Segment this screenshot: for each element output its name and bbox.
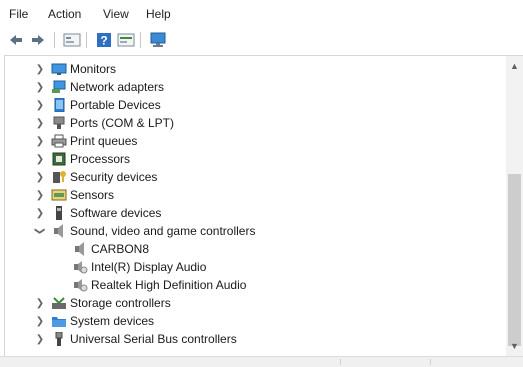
toolbar-separator: [86, 32, 87, 48]
portable-device-icon: [54, 98, 65, 112]
status-divider: [430, 359, 431, 365]
chevron-right-icon[interactable]: ❯: [35, 294, 45, 312]
forward-arrow-icon[interactable]: [28, 30, 48, 50]
tree-item-label: Print queues: [70, 134, 138, 148]
tree-item-network-adapters[interactable]: ❯ Network adapters: [5, 78, 505, 96]
monitor-icon: [51, 63, 67, 75]
status-bar: [0, 356, 523, 367]
menu-help[interactable]: Help: [146, 7, 171, 21]
tree-child-label: Realtek High Definition Audio: [91, 278, 247, 292]
chevron-right-icon[interactable]: ❯: [35, 330, 45, 348]
menu-file[interactable]: File: [9, 7, 28, 21]
scroll-up-arrow-icon[interactable]: ▲: [506, 58, 523, 74]
chevron-right-icon[interactable]: ❯: [35, 150, 45, 168]
tree-item-portable-devices[interactable]: ❯ Portable Devices: [5, 96, 505, 114]
help-icon[interactable]: ?: [94, 30, 114, 50]
tree-item-monitors[interactable]: ❯ Monitors: [5, 60, 505, 78]
software-device-icon: [56, 206, 62, 220]
properties-icon[interactable]: [62, 30, 82, 50]
menu-bar: File Action View Help: [0, 0, 523, 28]
sensor-icon: [51, 189, 67, 201]
usb-icon: [55, 332, 63, 346]
tree-item-sound-video-game[interactable]: ❯ Sound, video and game controllers: [5, 222, 505, 240]
system-folder-icon: [52, 317, 66, 327]
tree-item-label: Portable Devices: [70, 98, 161, 112]
tree-item-label: Sound, video and game controllers: [70, 224, 256, 238]
tree-item-label: Ports (COM & LPT): [70, 116, 175, 130]
audio-device-icon: [75, 242, 84, 256]
audio-device-icon: [74, 261, 88, 274]
tree-child-label: Intel(R) Display Audio: [91, 260, 207, 274]
tree-item-label: Storage controllers: [70, 296, 171, 310]
chevron-right-icon[interactable]: ❯: [35, 204, 45, 222]
tree-item-label: Sensors: [70, 188, 115, 202]
tree-item-label: Security devices: [70, 170, 158, 184]
speaker-icon: [54, 224, 63, 238]
tree-item-label: Monitors: [70, 62, 117, 76]
tree-item-security-devices[interactable]: ❯ Security devices: [5, 168, 505, 186]
tree-item-usb-controllers[interactable]: ❯ Universal Serial Bus controllers: [5, 330, 505, 348]
audio-device-icon: [74, 279, 88, 292]
back-arrow-icon[interactable]: [6, 30, 26, 50]
status-divider: [340, 359, 341, 365]
tree-item-storage-controllers[interactable]: ❯ Storage controllers: [5, 294, 505, 312]
tree-child-label: CARBON8: [91, 242, 150, 256]
tree-item-processors[interactable]: ❯ Processors: [5, 150, 505, 168]
chevron-right-icon[interactable]: ❯: [35, 114, 45, 132]
device-tree[interactable]: ❯ Monitors ❯ Network adapters ❯ Portable…: [4, 55, 523, 357]
toolbar-separator: [54, 32, 55, 48]
tree-item-sensors[interactable]: ❯ Sensors: [5, 186, 505, 204]
update-driver-icon[interactable]: [116, 30, 136, 50]
storage-icon: [52, 297, 66, 309]
tree-item-label: System devices: [70, 314, 155, 328]
chevron-right-icon[interactable]: ❯: [35, 96, 45, 114]
scrollbar-thumb[interactable]: [508, 174, 521, 346]
chevron-right-icon[interactable]: ❯: [35, 60, 45, 78]
tree-child-item[interactable]: CARBON8: [5, 240, 505, 258]
menu-action[interactable]: Action: [48, 7, 81, 21]
menu-view[interactable]: View: [103, 7, 129, 21]
scroll-down-arrow-icon[interactable]: ▼: [506, 338, 523, 354]
chevron-right-icon[interactable]: ❯: [35, 168, 45, 186]
chevron-down-icon[interactable]: ❯: [31, 226, 49, 236]
tree-child-item[interactable]: Realtek High Definition Audio: [5, 276, 505, 294]
port-icon: [53, 116, 65, 129]
tree-child-item[interactable]: Intel(R) Display Audio: [5, 258, 505, 276]
tree-item-label: Processors: [70, 152, 131, 166]
tree-item-print-queues[interactable]: ❯ Print queues: [5, 132, 505, 150]
tree-item-software-devices[interactable]: ❯ Software devices: [5, 204, 505, 222]
chevron-right-icon[interactable]: ❯: [35, 186, 45, 204]
vertical-scrollbar[interactable]: ▲ ▼: [506, 56, 523, 356]
toolbar: ?: [0, 28, 523, 52]
tree-item-ports[interactable]: ❯ Ports (COM & LPT): [5, 114, 505, 132]
printer-icon: [51, 134, 67, 148]
scan-hardware-icon[interactable]: [148, 30, 168, 50]
svg-text:?: ?: [100, 34, 107, 48]
tree-item-system-devices[interactable]: ❯ System devices: [5, 312, 505, 330]
tree-item-label: Network adapters: [70, 80, 165, 94]
processor-icon: [52, 152, 66, 166]
tree-item-label: Universal Serial Bus controllers: [70, 332, 237, 346]
chevron-right-icon[interactable]: ❯: [35, 78, 45, 96]
network-adapter-icon: [52, 80, 66, 93]
toolbar-separator: [140, 32, 141, 48]
security-key-icon: [53, 171, 66, 183]
chevron-right-icon[interactable]: ❯: [35, 312, 45, 330]
chevron-right-icon[interactable]: ❯: [35, 132, 45, 150]
tree-item-label: Software devices: [70, 206, 162, 220]
